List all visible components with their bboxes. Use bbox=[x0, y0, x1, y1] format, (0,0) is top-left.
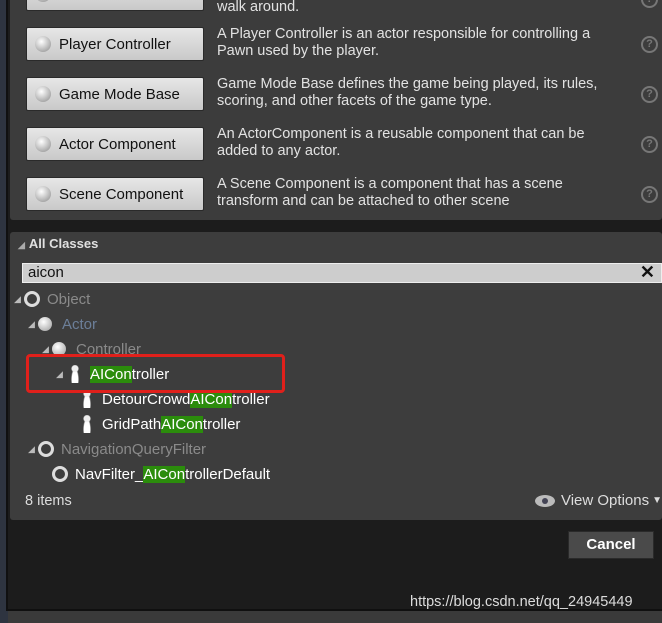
expand-arrow-icon[interactable]: ◢ bbox=[28, 319, 38, 330]
search-match-highlight: AICon bbox=[90, 365, 132, 383]
expand-arrow-icon[interactable]: ◢ bbox=[56, 369, 66, 380]
label-text: trollerDefault bbox=[185, 465, 271, 483]
item-count: 8 items bbox=[25, 493, 72, 509]
label-text: NavFilter_ bbox=[75, 465, 144, 483]
common-class-button[interactable]: Game Mode Base bbox=[26, 77, 204, 111]
ai-pawn-icon bbox=[82, 415, 92, 433]
class-ring-icon bbox=[38, 441, 54, 457]
common-class-row: Scene Component A Scene Component is a c… bbox=[26, 176, 662, 211]
help-icon[interactable]: ? bbox=[641, 36, 658, 53]
label-text: troller bbox=[232, 390, 270, 408]
class-tree-item[interactable]: ◢ Object bbox=[14, 287, 90, 311]
label-text: GridPath bbox=[102, 415, 162, 433]
common-classes-panel: walk around. ?Player Controller A Player… bbox=[10, 0, 662, 220]
watermark: https://blog.csdn.net/qq_24945449 bbox=[410, 594, 633, 610]
help-icon[interactable]: ? bbox=[641, 136, 658, 153]
expand-arrow-icon[interactable]: ◢ bbox=[14, 294, 24, 305]
pawn-icon bbox=[35, 0, 51, 2]
search-match-highlight: AICon bbox=[190, 390, 233, 408]
label-text: Actor bbox=[62, 315, 98, 333]
eye-icon bbox=[534, 494, 555, 507]
actor-component-icon bbox=[35, 136, 51, 152]
class-description: An ActorComponent is a reusable componen… bbox=[217, 126, 585, 159]
class-search-input[interactable]: aicon ✕ bbox=[22, 263, 662, 283]
class-description: walk around. bbox=[217, 0, 300, 15]
search-match-highlight: AICon bbox=[161, 415, 203, 433]
class-description: A Player Controller is an actor responsi… bbox=[217, 26, 591, 59]
common-class-button[interactable]: Actor Component bbox=[26, 127, 204, 161]
label-text: troller bbox=[202, 415, 241, 433]
scene-component-icon bbox=[35, 186, 51, 202]
class-ring-icon bbox=[24, 291, 40, 307]
ai-pawn-icon bbox=[70, 365, 80, 383]
clear-search-icon[interactable]: ✕ bbox=[640, 263, 655, 281]
common-class-row: walk around. ? bbox=[26, 0, 662, 15]
all-classes-header[interactable]: ◢ All Classes bbox=[18, 236, 98, 251]
class-tree-item[interactable]: ◢ Controller bbox=[42, 337, 141, 361]
common-class-button[interactable]: Player Controller bbox=[26, 27, 204, 61]
label-text: Object bbox=[47, 290, 91, 308]
label-text: DetourCrowd bbox=[102, 390, 191, 408]
expand-arrow-icon[interactable]: ◢ bbox=[28, 444, 38, 455]
ai-pawn-icon bbox=[82, 390, 92, 408]
help-icon[interactable]: ? bbox=[641, 186, 658, 203]
common-class-button[interactable]: Scene Component bbox=[26, 177, 204, 211]
class-tree-item[interactable]: GridPath AICon troller bbox=[68, 412, 240, 436]
collapse-arrow-icon: ◢ bbox=[18, 240, 25, 250]
expand-arrow-icon[interactable]: ◢ bbox=[42, 344, 52, 355]
class-tree-item[interactable]: ◢ AICon troller bbox=[56, 362, 169, 386]
class-tree-item[interactable]: DetourCrowd AICon troller bbox=[68, 387, 270, 411]
all-classes-panel: ◢ All Classes aicon ✕ ◢ Object ◢ Actor ◢ Contro… bbox=[10, 232, 662, 520]
help-icon[interactable]: ? bbox=[641, 0, 658, 8]
common-class-row: Actor Component An ActorComponent is a r… bbox=[26, 126, 662, 161]
cancel-button[interactable]: Cancel bbox=[568, 531, 654, 559]
class-description: A Scene Component is a component that ha… bbox=[217, 176, 563, 209]
common-class-row: Game Mode Base Game Mode Base defines th… bbox=[26, 76, 662, 111]
common-class-button[interactable] bbox=[26, 0, 204, 11]
actor-sphere-icon bbox=[52, 342, 66, 356]
player-controller-icon bbox=[35, 36, 51, 52]
common-class-row: Player Controller A Player Controller is… bbox=[26, 26, 662, 61]
class-description: Game Mode Base defines the game being pl… bbox=[217, 76, 598, 109]
actor-sphere-icon bbox=[38, 317, 52, 331]
label-text: troller bbox=[131, 365, 170, 383]
label-text: Controller bbox=[76, 340, 142, 358]
class-tree-item[interactable]: ◢ NavigationQueryFilter bbox=[28, 437, 206, 461]
view-options-button[interactable]: View Options ▼ bbox=[534, 492, 662, 509]
class-tree-item[interactable]: NavFilter_ AICon trollerDefault bbox=[42, 462, 270, 486]
class-ring-icon bbox=[52, 466, 68, 482]
help-icon[interactable]: ? bbox=[641, 86, 658, 103]
label-text: NavigationQueryFilter bbox=[61, 440, 207, 458]
search-match-highlight: AICon bbox=[143, 465, 186, 483]
class-tree-item[interactable]: ◢ Actor bbox=[28, 312, 97, 336]
game-mode-icon bbox=[35, 86, 51, 102]
dropdown-arrow-icon: ▼ bbox=[652, 495, 662, 506]
